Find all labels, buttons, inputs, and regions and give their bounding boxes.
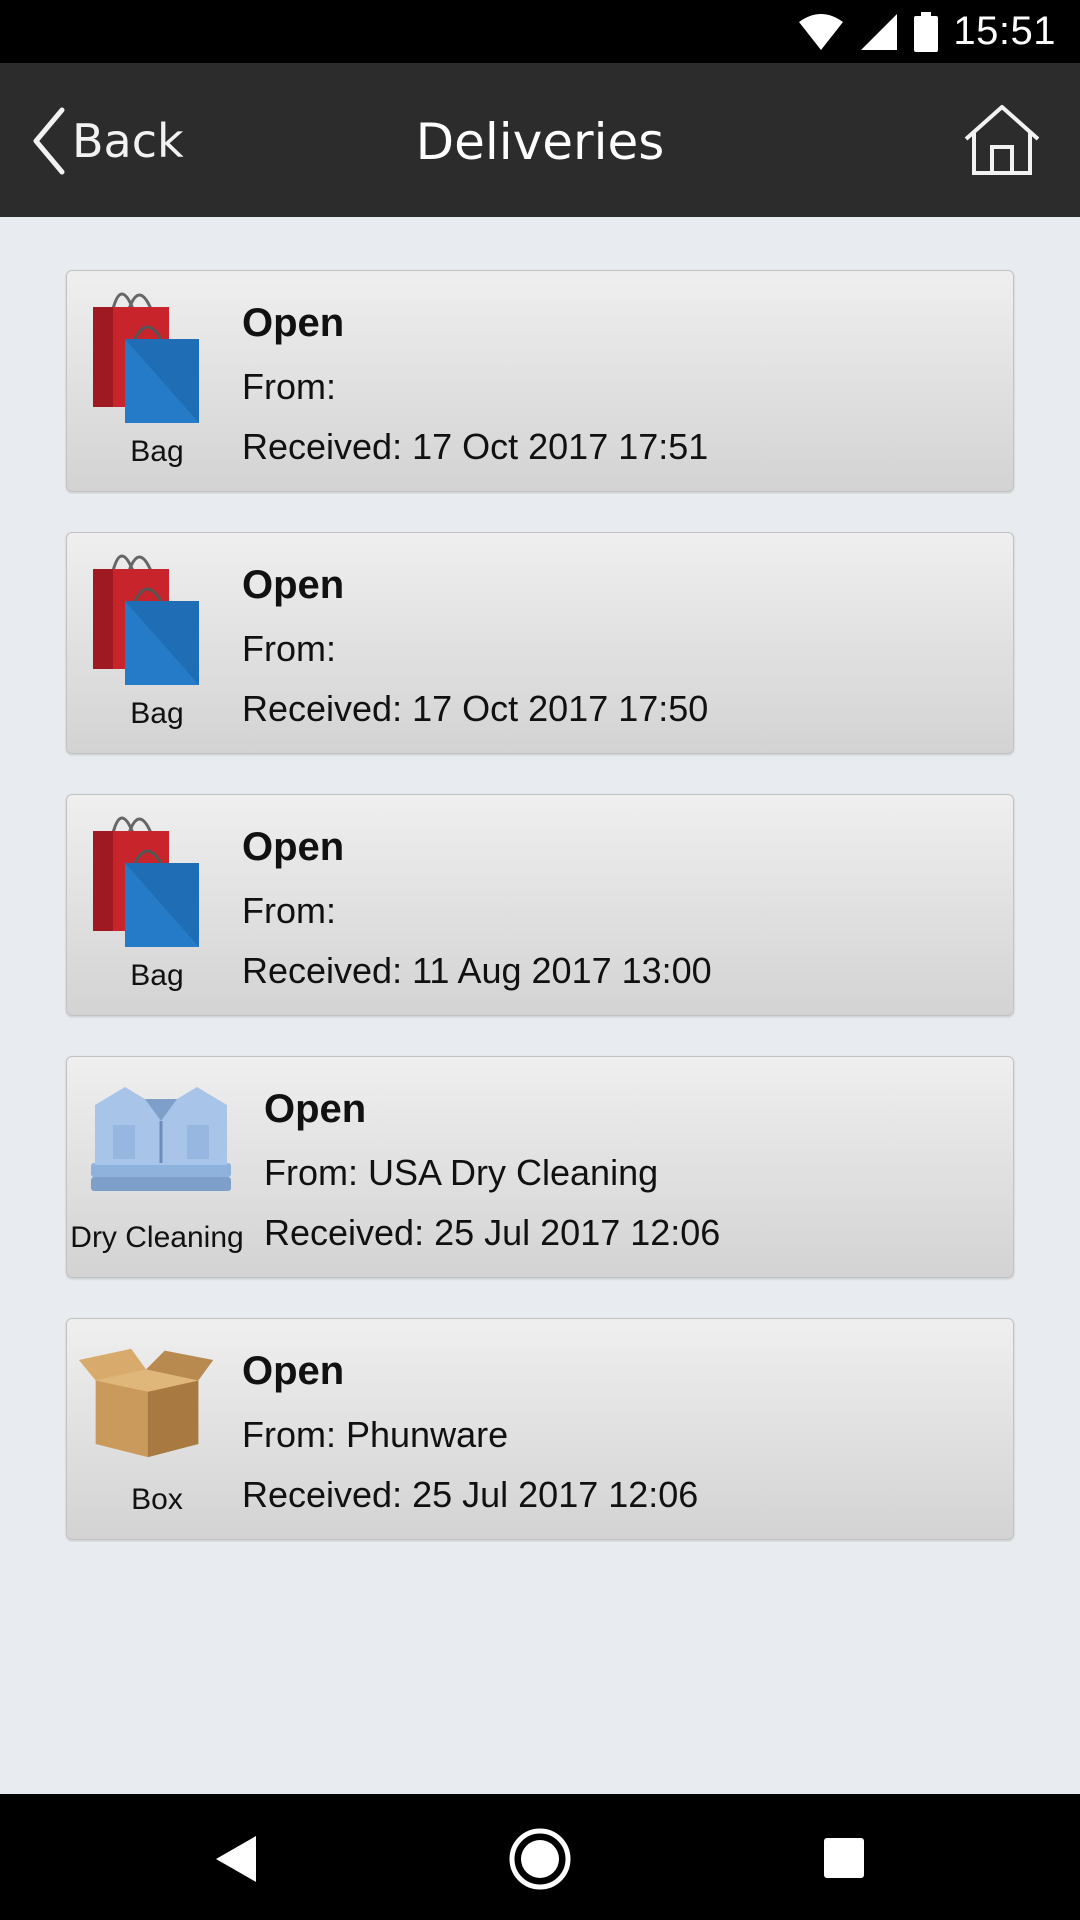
card-type-label: Bag [130,435,184,468]
home-icon [964,105,1040,175]
nav-recents-button[interactable] [810,1824,880,1894]
system-nav-bar [0,1794,1080,1920]
card-type-label: Bag [130,697,184,730]
card-status: Open [242,301,345,345]
app-header: Back Deliveries [0,63,1080,217]
card-received: Received: 25 Jul 2017 12:06 [242,1474,699,1515]
circle-home-icon [509,1828,571,1890]
card-text: Open From: Phunware Received: 25 Jul 201… [242,1347,698,1515]
cell-signal-icon [861,13,898,50]
status-time: 15:51 [953,9,1056,53]
card-text: Open From: Received: 11 Aug 2017 13:00 [242,823,712,991]
shopping-bags-icon [93,292,199,423]
card-status: Open [242,825,345,869]
square-recents-icon [824,1838,864,1878]
delivery-card[interactable]: Bag Open From: Received: 11 Aug 2017 13:… [66,794,1014,1016]
shopping-bags-icon [93,816,199,947]
triangle-back-icon [216,1836,256,1882]
folded-shirts-icon [91,1087,231,1191]
delivery-card[interactable]: Dry Cleaning Open From: USA Dry Cleaning… [66,1056,1014,1278]
card-text: Open From: Received: 17 Oct 2017 17:51 [242,299,708,467]
card-type-label: Bag [130,959,184,992]
delivery-card[interactable]: Bag Open From: Received: 17 Oct 2017 17:… [66,270,1014,492]
nav-home-button[interactable] [505,1824,575,1894]
card-type-label: Dry Cleaning [70,1221,244,1254]
card-text: Open From: Received: 17 Oct 2017 17:50 [242,561,708,729]
card-from: From: USA Dry Cleaning [264,1152,659,1193]
nav-back-button[interactable] [200,1824,270,1894]
card-received: Received: 25 Jul 2017 12:06 [264,1212,721,1253]
status-bar: 15:51 [0,0,1080,63]
card-received: Received: 17 Oct 2017 17:51 [242,426,709,467]
cardboard-box-icon [78,1348,214,1458]
delivery-card[interactable]: Bag Open From: Received: 17 Oct 2017 17:… [66,532,1014,754]
card-type-label: Box [131,1483,183,1516]
battery-icon [914,11,939,52]
shopping-bags-icon [93,554,199,685]
card-received: Received: 11 Aug 2017 13:00 [242,950,712,991]
card-received: Received: 17 Oct 2017 17:50 [242,688,709,729]
card-from: From: [242,366,336,407]
card-from: From: Phunware [242,1414,509,1455]
delivery-card[interactable]: Box Open From: Phunware Received: 25 Jul… [66,1318,1014,1540]
card-status: Open [264,1087,367,1131]
delivery-list: Bag Open From: Received: 17 Oct 2017 17:… [66,270,1014,1580]
home-button[interactable] [962,101,1042,181]
card-from: From: [242,628,336,669]
wifi-icon [799,13,844,50]
page-title: Deliveries [415,113,665,171]
card-status: Open [242,1349,345,1393]
card-status: Open [242,563,345,607]
card-from: From: [242,890,336,931]
card-text: Open From: USA Dry Cleaning Received: 25… [264,1085,720,1253]
